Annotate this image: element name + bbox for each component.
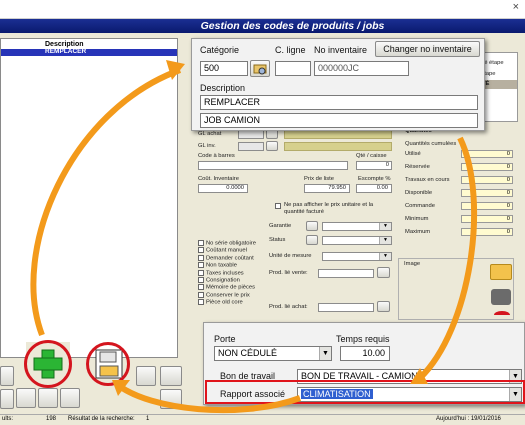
status-date: Aujourd'hui : 19/01/2016 (436, 416, 501, 422)
status-search-value: 1 (146, 416, 150, 422)
status-results-label: ults: (2, 416, 14, 422)
annotation-arrows (30, 60, 478, 414)
status-bar: ults: 198 Résultat de la recherche: 1 Au… (0, 414, 525, 425)
arrow-add-to-top (30, 67, 182, 337)
arrow-right-to-bottom (417, 136, 478, 381)
status-count: 198 (46, 416, 57, 422)
status-search-label: Résultat de la recherche: (68, 416, 135, 422)
arrow-bottom-to-save (116, 382, 302, 414)
